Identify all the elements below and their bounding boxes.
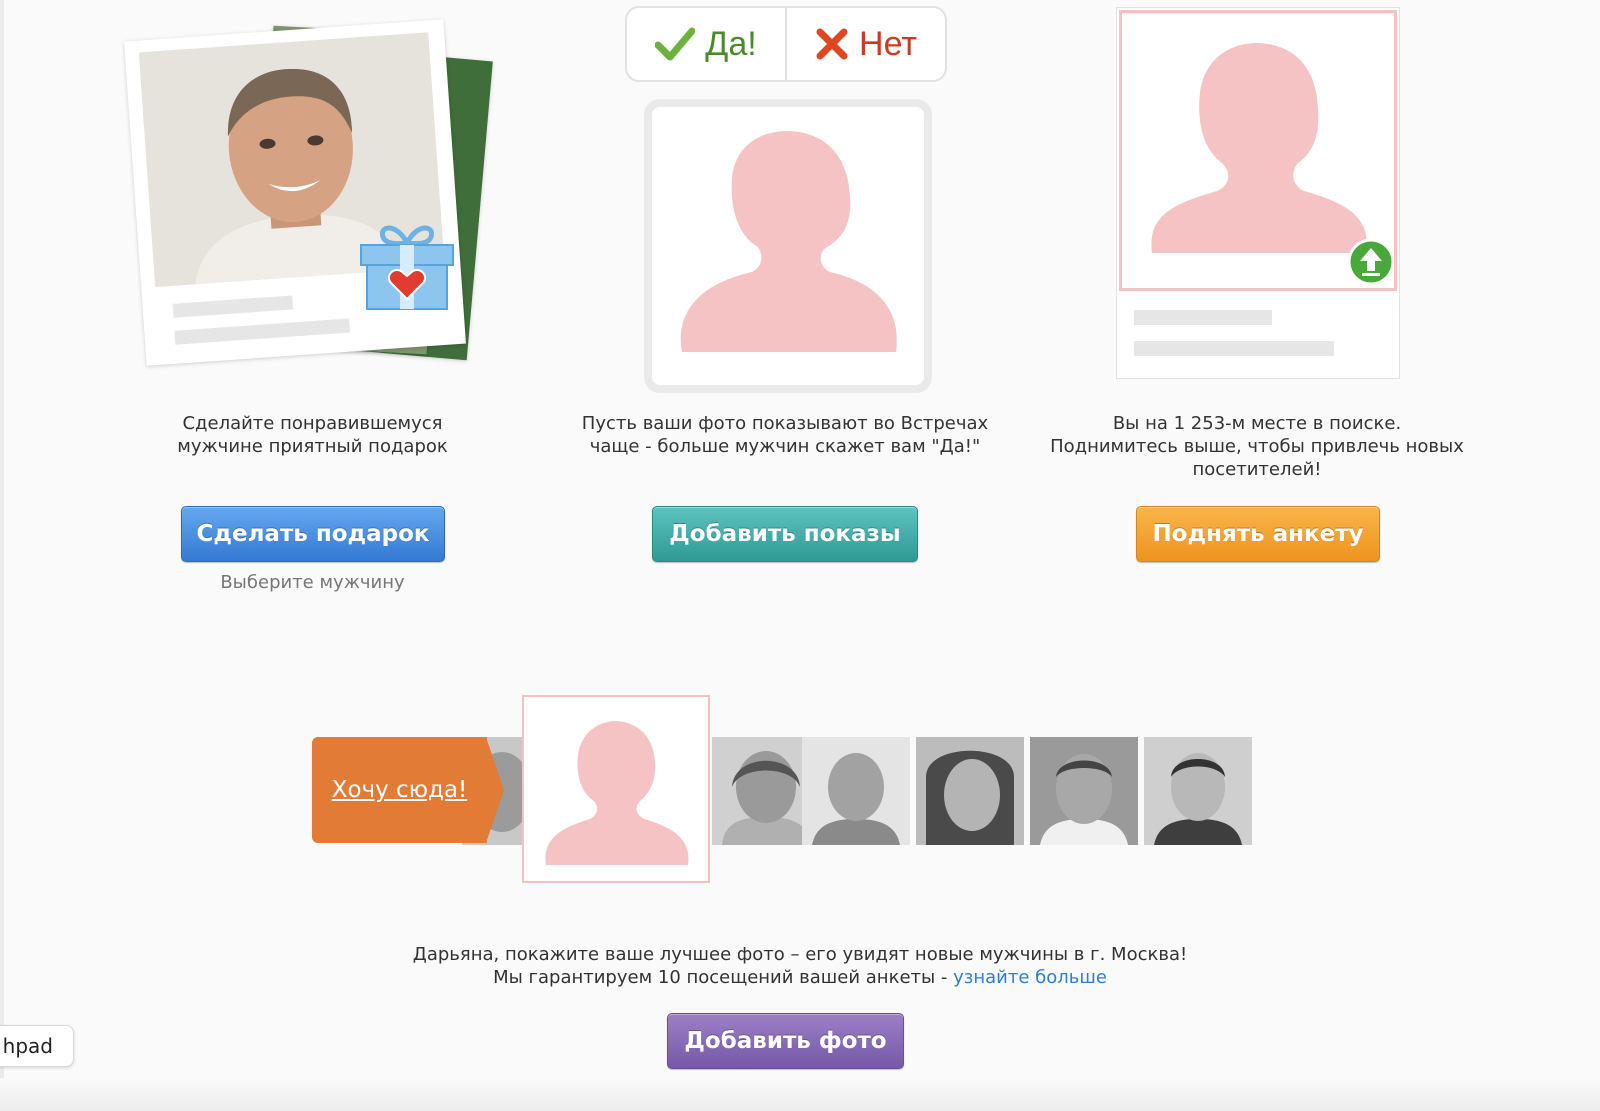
raise-photo-placeholder	[1119, 10, 1397, 291]
placeholder-line	[172, 295, 294, 318]
raise-profile-button[interactable]: Поднять анкету	[1136, 506, 1380, 562]
my-photo-placeholder	[522, 695, 710, 883]
user-silhouette-icon	[545, 721, 689, 865]
placeholder-line	[1134, 310, 1272, 325]
make-gift-button[interactable]: Сделать подарок	[181, 506, 445, 562]
placeholder-line	[1134, 341, 1334, 356]
bottom-bar	[0, 1078, 1600, 1111]
spotlight-description: Дарьяна, покажите ваше лучшее фото – его…	[412, 944, 1188, 965]
guarantee-text: Мы гарантируем 10 посещений вашей анкеты…	[493, 967, 1107, 988]
user-silhouette-icon	[680, 131, 897, 352]
cross-icon	[815, 27, 849, 61]
placeholder-line	[174, 318, 350, 345]
spotlight-user-photo[interactable]	[1144, 737, 1252, 845]
choose-man-hint: Выберите мужчину	[220, 572, 405, 593]
learn-more-link[interactable]: узнайте больше	[953, 967, 1107, 988]
add-photo-button[interactable]: Добавить фото	[667, 1013, 904, 1069]
want-here-link[interactable]: Хочу сюда!	[312, 737, 487, 843]
spotlight-strip: Хочу сюда!	[312, 695, 1257, 885]
page: Сделайте понравившемуся мужчине приятный…	[0, 0, 1600, 1111]
encounters-photo-placeholder	[644, 99, 932, 393]
no-label: Нет	[859, 24, 917, 63]
gift-description: Сделайте понравившемуся мужчине приятный…	[177, 413, 448, 457]
raise-description: Вы на 1 253-м месте в поиске. Поднимитес…	[1050, 413, 1464, 480]
spotlight-user-photo[interactable]	[916, 737, 1024, 845]
add-impressions-button[interactable]: Добавить показы	[652, 506, 918, 562]
spotlight-user-photo[interactable]	[1030, 737, 1138, 845]
spotlight-user-photo[interactable]	[802, 737, 910, 845]
yes-option[interactable]: Да!	[627, 8, 787, 80]
gift-card-stack	[124, 15, 505, 385]
want-here-arrow	[486, 737, 504, 843]
checkmark-icon	[655, 27, 696, 61]
raise-profile-card	[1116, 7, 1400, 379]
no-option[interactable]: Нет	[787, 8, 945, 80]
gift-icon	[357, 213, 457, 313]
profile-card-front	[124, 19, 466, 366]
yes-label: Да!	[705, 24, 757, 63]
upload-arrow-icon	[1347, 238, 1394, 286]
yes-no-toggle: Да! Нет	[625, 6, 947, 82]
encounters-description: Пусть ваши фото показывают во Встречах ч…	[581, 413, 989, 457]
touchpad-tooltip: hpad	[0, 1025, 74, 1067]
